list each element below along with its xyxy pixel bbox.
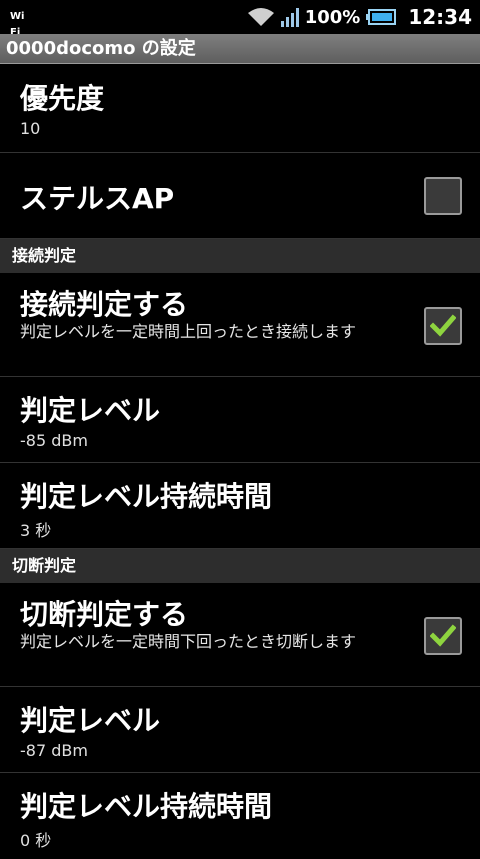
status-icons: 100% 12:34 [241,0,472,34]
connect-enable-row[interactable]: 接続判定する 判定レベルを一定時間上回ったとき接続します [0,273,480,377]
priority-row[interactable]: 優先度 10 [0,65,480,153]
disconnect-enable-desc: 判定レベルを一定時間下回ったとき切断します [20,632,357,651]
connect-section-header: 接続判定 [0,239,480,273]
priority-value: 10 [20,119,41,138]
stealth-ap-row[interactable]: ステルスAP [0,153,480,239]
disconnect-enable-checkbox[interactable] [424,617,462,655]
stealth-ap-title: ステルスAP [20,182,175,215]
connect-duration-value: 3 秒 [20,521,52,540]
wifi-signal-icon [247,8,274,26]
disconnect-section-header: 切断判定 [0,549,480,583]
disconnect-level-value: -87 dBm [20,741,88,760]
disconnect-level-row[interactable]: 判定レベル -87 dBm [0,687,480,773]
check-icon [430,314,456,337]
connect-duration-row[interactable]: 判定レベル持続時間 3 秒 [0,463,480,549]
cell-signal-icon [280,8,299,27]
status-bar: Wi Fi 100% 12:34 [0,0,480,38]
connect-duration-title: 判定レベル持続時間 [20,480,273,513]
disconnect-duration-title: 判定レベル持続時間 [20,790,273,823]
connect-enable-checkbox[interactable] [424,307,462,345]
settings-list: 優先度 10 ステルスAP 接続判定 接続判定する 判定レベルを一定時間上回った… [0,65,480,859]
disconnect-enable-title: 切断判定する [20,598,189,631]
disconnect-duration-value: 0 秒 [20,831,52,850]
wifi-badge: Wi Fi [10,11,25,38]
disconnect-duration-row[interactable]: 判定レベル持続時間 0 秒 [0,773,480,859]
disconnect-enable-row[interactable]: 切断判定する 判定レベルを一定時間下回ったとき切断します [0,583,480,687]
stealth-ap-checkbox[interactable] [424,177,462,215]
priority-title: 優先度 [20,82,105,115]
battery-icon [366,9,397,25]
connect-enable-desc: 判定レベルを一定時間上回ったとき接続します [20,322,357,341]
connect-enable-title: 接続判定する [20,288,189,321]
check-icon [430,624,456,647]
battery-percent: 100% [304,6,361,28]
connect-level-title: 判定レベル [20,394,161,427]
connect-level-value: -85 dBm [20,431,88,450]
disconnect-level-title: 判定レベル [20,704,161,737]
connect-level-row[interactable]: 判定レベル -85 dBm [0,377,480,463]
page-title: 0000docomo の設定 [0,34,480,64]
clock: 12:34 [408,5,472,29]
